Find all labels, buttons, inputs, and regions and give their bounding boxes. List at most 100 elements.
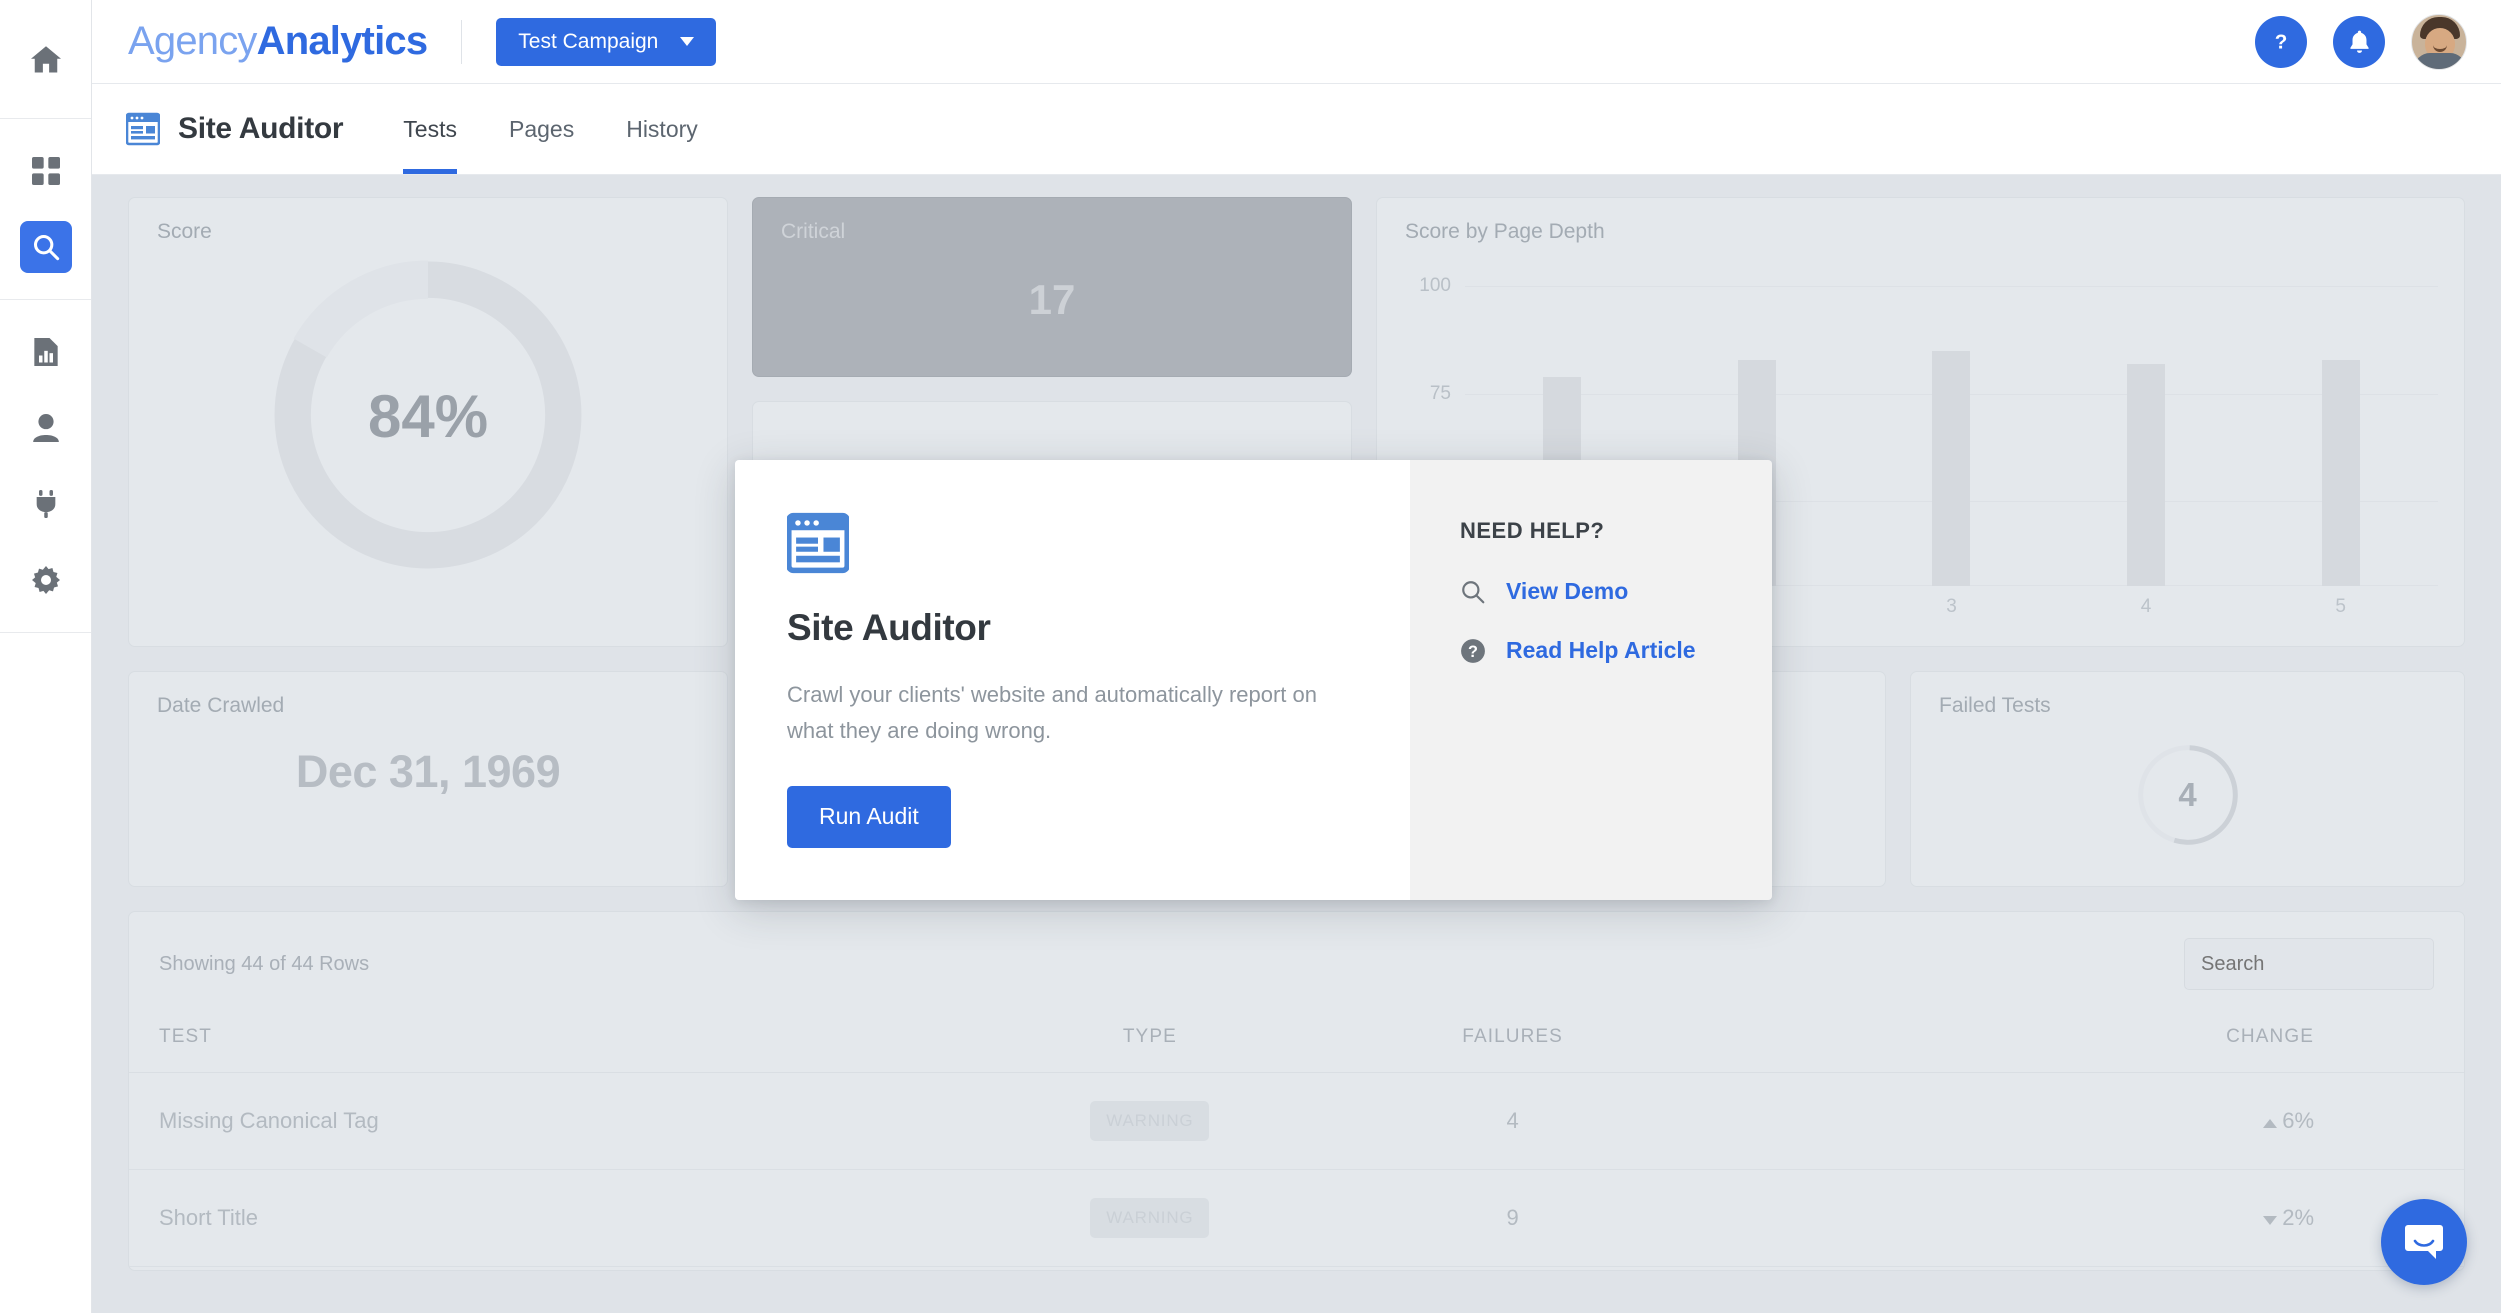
brand-logo-bold: Analytics [257,19,428,63]
score-value: 84% [129,382,727,451]
chart-x-label: 3 [1854,586,2049,628]
table-row[interactable]: Missing Canonical TagWARNING46% [129,1073,2464,1170]
site-auditor-icon [126,112,160,146]
grid-icon [20,145,72,197]
arrow-down-icon [2263,1216,2277,1225]
chart-bar-column [2243,260,2438,586]
chart-x-label: 4 [2049,586,2244,628]
modal-description: Crawl your clients' website and automati… [787,677,1356,750]
view-demo-label: View Demo [1506,578,1628,605]
status-badge: WARNING [1090,1101,1209,1141]
cell-test: Short Title [129,1170,953,1267]
chart-bar-column [2049,260,2244,586]
y-tick-100: 100 [1419,275,1451,297]
home-icon [20,34,72,86]
chat-bubble-icon [2402,1220,2446,1264]
question-circle-icon: ? [1460,638,1486,664]
date-crawled-label: Date Crawled [129,672,727,718]
cell-test: Long Title [129,1267,953,1272]
chart-bar [2322,360,2360,586]
chat-widget-button[interactable] [2381,1199,2467,1285]
column-type[interactable]: TYPE [953,1012,1346,1073]
date-crawled-card: Date Crawled Dec 31, 1969 [128,671,728,887]
tab-history[interactable]: History [600,84,724,174]
svg-text:?: ? [2275,30,2288,53]
campaign-selector-label: Test Campaign [518,30,658,54]
cell-change: 2% [1679,1170,2464,1267]
read-help-article-label: Read Help Article [1506,637,1696,664]
column-failures[interactable]: FAILURES [1346,1012,1678,1073]
cell-failures: 4 [1346,1073,1678,1170]
read-help-article-link[interactable]: ? Read Help Article [1460,637,1772,664]
arrow-up-icon [2263,1119,2277,1128]
column-change[interactable]: CHANGE [1679,1012,2464,1073]
page-title: Site Auditor [126,112,343,146]
cell-test: Missing Canonical Tag [129,1073,953,1170]
tab-tests[interactable]: Tests [377,84,483,174]
page-subnav: Site Auditor Tests Pages History [92,84,2501,175]
sidebar-item-clients[interactable] [0,390,92,466]
table-header: TEST TYPE FAILURES CHANGE [129,1012,2464,1073]
report-icon [20,326,72,378]
magnifier-icon [1460,579,1486,605]
brand-logo: AgencyAnalytics [128,19,427,64]
avatar-shirt [2414,53,2466,69]
cell-failures: 9 [1346,1170,1678,1267]
left-sidebar [0,0,92,1313]
modal-main-panel: Site Auditor Crawl your clients' website… [735,460,1410,900]
sidebar-item-reports[interactable] [0,314,92,390]
tab-tests-label: Tests [403,116,457,143]
chart-bar [2127,364,2165,586]
cell-type: WARNING [953,1267,1346,1272]
campaign-selector[interactable]: Test Campaign [496,18,716,66]
sidebar-item-home[interactable] [0,22,92,98]
table-showing-count: Showing 44 of 44 Rows [159,953,369,976]
score-card-label: Score [129,198,727,244]
critical-card: Critical 17 [752,197,1352,377]
need-help-heading: NEED HELP? [1460,518,1772,544]
sidebar-item-site-auditor[interactable] [0,209,92,285]
failed-tests-value: 4 [1911,776,2464,814]
bell-icon [2347,29,2372,54]
sidebar-item-dashboard[interactable] [0,133,92,209]
failed-tests-card: Failed Tests 4 [1910,671,2465,887]
tests-table: TEST TYPE FAILURES CHANGE Missing Canoni… [129,1012,2464,1271]
site-auditor-modal: Site Auditor Crawl your clients' website… [735,460,1772,900]
table-row[interactable]: Short TitleWARNING92% [129,1170,2464,1267]
notifications-button[interactable] [2333,16,2385,68]
tab-pages-label: Pages [509,116,574,143]
chart-bar [1932,351,1970,586]
cell-failures: 5 [1346,1267,1678,1272]
run-audit-button[interactable]: Run Audit [787,786,951,848]
table-toolbar: Showing 44 of 44 Rows [129,912,2464,990]
table-header-row: TEST TYPE FAILURES CHANGE [129,1012,2464,1073]
top-header: AgencyAnalytics Test Campaign ? [92,0,2501,84]
cell-type: WARNING [953,1170,1346,1267]
modal-title: Site Auditor [787,607,1356,649]
table-row[interactable]: Long TitleWARNING50% [129,1267,2464,1272]
header-divider [461,20,462,64]
sidebar-group-main [0,119,91,300]
sidebar-item-settings[interactable] [0,542,92,618]
view-demo-link[interactable]: View Demo [1460,578,1772,605]
critical-value: 17 [753,276,1351,324]
plug-icon [20,478,72,530]
modal-help-panel: NEED HELP? View Demo ? Read Help Article [1410,460,1772,900]
chart-title: Score by Page Depth [1377,198,2464,244]
cell-type: WARNING [953,1073,1346,1170]
critical-card-label: Critical [753,198,1351,244]
column-test[interactable]: TEST [129,1012,953,1073]
avatar[interactable] [2411,14,2467,70]
cell-change: 0% [1679,1267,2464,1272]
chart-bar-column [1854,260,2049,586]
sidebar-group-tools [0,300,91,633]
chart-x-label: 5 [2243,586,2438,628]
app-root: AgencyAnalytics Test Campaign ? [0,0,2501,1313]
tab-history-label: History [626,116,698,143]
table-body: Missing Canonical TagWARNING46%Short Tit… [129,1073,2464,1272]
sidebar-item-integrations[interactable] [0,466,92,542]
search-input[interactable] [2184,938,2434,990]
tab-pages[interactable]: Pages [483,84,600,174]
help-button[interactable]: ? [2255,16,2307,68]
sidebar-group-home [0,0,91,119]
